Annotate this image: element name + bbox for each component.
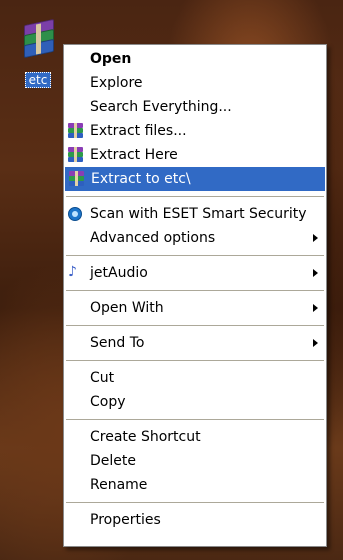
menu-item-label: Delete	[90, 453, 136, 469]
winrar-icon	[67, 123, 84, 139]
menu-item-label: Search Everything...	[90, 99, 232, 115]
menu-item-label: Copy	[90, 394, 126, 410]
menu-item-label: Extract files...	[90, 123, 187, 139]
menu-item-label: Send To	[90, 335, 145, 351]
menu-separator	[66, 255, 324, 256]
menu-item-open[interactable]: Open	[64, 47, 326, 71]
menu-item-create-shortcut[interactable]: Create Shortcut	[64, 425, 326, 449]
menu-item-label: Extract Here	[90, 147, 178, 163]
menu-item-label: Scan with ESET Smart Security	[90, 206, 307, 222]
menu-item-label: Explore	[90, 75, 143, 91]
desktop-icon-label: etc	[24, 72, 52, 88]
menu-separator	[66, 419, 324, 420]
submenu-arrow-icon	[313, 304, 318, 312]
menu-separator	[66, 360, 324, 361]
menu-item-delete[interactable]: Delete	[64, 449, 326, 473]
menu-item-scan-eset[interactable]: Scan with ESET Smart Security	[64, 202, 326, 226]
menu-item-label: jetAudio	[90, 265, 148, 281]
winrar-icon	[67, 147, 84, 163]
eset-icon	[68, 207, 82, 221]
submenu-arrow-icon	[313, 269, 318, 277]
menu-item-properties[interactable]: Properties	[64, 508, 326, 532]
submenu-arrow-icon	[313, 339, 318, 347]
menu-item-jetaudio[interactable]: ♪ jetAudio	[64, 261, 326, 285]
menu-item-label: Open	[90, 51, 132, 67]
menu-item-rename[interactable]: Rename	[64, 473, 326, 497]
menu-item-label: Create Shortcut	[90, 429, 201, 445]
menu-separator	[66, 502, 324, 503]
menu-separator	[66, 196, 324, 197]
menu-item-cut[interactable]: Cut	[64, 366, 326, 390]
menu-item-label: Open With	[90, 300, 164, 316]
menu-item-copy[interactable]: Copy	[64, 390, 326, 414]
menu-item-label: Cut	[90, 370, 115, 386]
menu-item-open-with[interactable]: Open With	[64, 296, 326, 320]
menu-item-search-everything[interactable]: Search Everything...	[64, 95, 326, 119]
menu-item-label: Advanced options	[90, 230, 216, 246]
menu-item-label: Properties	[90, 512, 161, 528]
winrar-archive-icon	[20, 18, 56, 59]
winrar-icon	[68, 171, 85, 187]
menu-item-label: Extract to etc\	[91, 171, 191, 187]
menu-item-explore[interactable]: Explore	[64, 71, 326, 95]
context-menu: Open Explore Search Everything... Extrac…	[63, 44, 327, 547]
menu-item-send-to[interactable]: Send To	[64, 331, 326, 355]
menu-separator	[66, 325, 324, 326]
menu-item-extract-to-etc[interactable]: Extract to etc\	[65, 167, 325, 191]
menu-item-advanced-options[interactable]: Advanced options	[64, 226, 326, 250]
jetaudio-icon: ♪	[68, 264, 77, 280]
menu-item-extract-here[interactable]: Extract Here	[64, 143, 326, 167]
menu-separator	[66, 290, 324, 291]
desktop-icon-etc[interactable]: etc	[14, 18, 62, 88]
submenu-arrow-icon	[313, 234, 318, 242]
menu-item-extract-files[interactable]: Extract files...	[64, 119, 326, 143]
menu-item-label: Rename	[90, 477, 148, 493]
